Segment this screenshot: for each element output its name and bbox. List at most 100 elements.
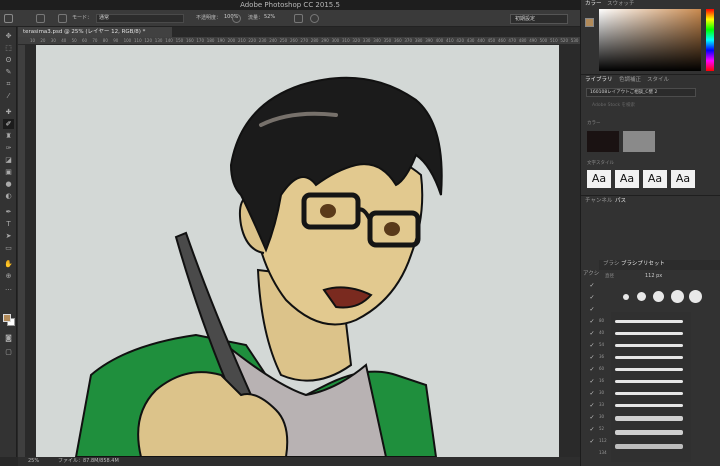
divider <box>581 195 720 196</box>
brush-size-number: 30 <box>599 414 605 419</box>
tab-adjustments[interactable]: 色調補正 <box>619 76 641 85</box>
ruler-tick-label: 510 <box>550 38 558 43</box>
ruler-tick-label: 140 <box>165 38 173 43</box>
more-tools-icon[interactable]: … <box>3 283 14 293</box>
file-info: ファイル：87.8M/858.4M <box>58 458 119 464</box>
eyedropper-tool-icon[interactable]: ⁄ <box>3 91 14 101</box>
brush-size-number: 60 <box>599 366 605 371</box>
ruler-tick-label: 250 <box>279 38 288 43</box>
tab-swatches[interactable]: スウォッチ <box>607 0 635 9</box>
eraser-tool-icon[interactable]: ◪ <box>3 155 14 165</box>
brush-preset-round[interactable] <box>671 290 684 303</box>
library-color-swatch[interactable] <box>587 131 619 152</box>
text-style-sample[interactable]: Aa <box>671 170 695 188</box>
brush-settings-icon[interactable] <box>58 14 67 23</box>
text-style-sample[interactable]: Aa <box>587 170 611 188</box>
ruler-tick-label: 70 <box>92 38 98 43</box>
brush-stroke-preview <box>615 380 683 383</box>
right-panels: カラー スウォッチ ライブラリ 色調補正 スタイル 160108レイアウトご相談… <box>580 0 720 466</box>
zoom-level[interactable]: 25% <box>28 457 39 466</box>
crop-tool-icon[interactable]: ⌗ <box>3 79 14 89</box>
marquee-tool-icon[interactable]: ⬚ <box>3 43 14 53</box>
history-brush-tool-icon[interactable]: ✑ <box>3 143 14 153</box>
tool-preset-icon[interactable] <box>4 14 13 23</box>
brush-preset-round[interactable] <box>623 294 629 300</box>
airbrush-icon[interactable] <box>294 14 303 23</box>
document-canvas[interactable] <box>36 45 559 457</box>
clone-stamp-tool-icon[interactable]: ♜ <box>3 131 14 141</box>
ruler-tick-label: 160 <box>186 38 194 43</box>
pen-tool-icon[interactable]: ✒ <box>3 207 14 217</box>
shape-tool-icon[interactable]: ▭ <box>3 243 14 253</box>
hue-slider[interactable] <box>706 9 714 71</box>
dodge-tool-icon[interactable]: ◐ <box>3 191 14 201</box>
brush-preset-round[interactable] <box>689 290 702 303</box>
brush-size-number: 16 <box>599 378 605 383</box>
colors-section-label: カラー <box>587 121 601 126</box>
flow-field[interactable]: 52% <box>262 14 290 23</box>
brush-panel-toggle-icon[interactable] <box>36 14 45 23</box>
pressure-opacity-icon[interactable] <box>232 14 241 23</box>
ruler-tick-label: 200 <box>227 38 236 43</box>
mode-select[interactable]: 通常 <box>96 14 184 23</box>
quick-select-tool-icon[interactable]: ✎ <box>3 67 14 77</box>
tab-paths[interactable]: パス <box>615 197 626 206</box>
lasso-tool-icon[interactable]: ʘ <box>3 55 14 65</box>
library-color-swatch[interactable] <box>623 131 655 152</box>
check-icon[interactable]: ✓ <box>588 294 596 301</box>
brush-tool-icon[interactable]: ✐ <box>3 119 14 129</box>
quick-mask-icon[interactable]: ◙ <box>3 333 14 343</box>
foreground-color-swatch[interactable] <box>3 314 11 322</box>
screen-mode-icon[interactable]: ▢ <box>3 347 14 357</box>
tab-library[interactable]: ライブラリ <box>585 76 613 85</box>
ruler-tick-label: 440 <box>477 38 485 43</box>
library-select[interactable]: 160108レイアウトご相談_C壁 2 <box>586 88 696 97</box>
ruler-tick-label: 480 <box>518 38 527 43</box>
brush-stroke-preview <box>615 368 683 371</box>
ruler-tick-label: 80 <box>102 38 108 43</box>
ruler-tick-label: 420 <box>456 38 465 43</box>
pressure-size-icon[interactable] <box>310 14 319 23</box>
ruler-tick-label: 150 <box>175 38 184 43</box>
foreground-color-preview[interactable] <box>585 18 594 27</box>
document-tab[interactable]: terasima3.psd @ 25% (レイヤー 12, RGB/8) * <box>18 27 172 37</box>
move-tool-icon[interactable]: ✥ <box>3 31 14 41</box>
zoom-tool-icon[interactable]: ⊕ <box>3 271 14 281</box>
text-styles-label: 文字スタイル <box>587 161 614 166</box>
ruler-tick-label: 270 <box>300 38 309 43</box>
tab-channels[interactable]: チャンネル <box>585 197 612 206</box>
ruler-tick-label: 330 <box>362 38 371 43</box>
text-style-sample[interactable]: Aa <box>643 170 667 188</box>
hand-tool-icon[interactable]: ✋ <box>3 259 14 269</box>
type-tool-icon[interactable]: T <box>3 219 14 229</box>
tab-brush[interactable]: ブラシ <box>603 260 619 269</box>
healing-tool-icon[interactable]: ✚ <box>3 107 14 117</box>
brush-stroke-preview <box>615 444 683 449</box>
ruler-tick-label: 500 <box>539 38 548 43</box>
brush-size-value[interactable]: 112 px <box>645 273 662 279</box>
path-select-tool-icon[interactable]: ➤ <box>3 231 14 241</box>
ruler-tick-label: 320 <box>352 38 361 43</box>
canvas-area[interactable] <box>26 45 580 457</box>
blur-tool-icon[interactable]: ● <box>3 179 14 189</box>
ruler-tick-label: 170 <box>196 38 205 43</box>
tab-styles[interactable]: スタイル <box>647 76 669 85</box>
brush-preset-list[interactable] <box>611 312 691 462</box>
brush-preset-round[interactable] <box>637 292 646 301</box>
ruler-tick-label: 380 <box>414 38 423 43</box>
brush-preset-round[interactable] <box>653 291 664 302</box>
stock-search-input[interactable]: Adobe Stock を検索 <box>586 101 696 110</box>
gradient-tool-icon[interactable]: ▣ <box>3 167 14 177</box>
tab-brush-presets[interactable]: ブラシプリセット <box>621 260 665 269</box>
check-icon[interactable]: ✓ <box>588 282 596 289</box>
workspace-select[interactable]: 初期設定 <box>510 14 568 24</box>
ruler-tick-label: 130 <box>154 38 163 43</box>
text-style-sample[interactable]: Aa <box>615 170 639 188</box>
color-picker-field[interactable] <box>599 9 701 71</box>
brush-stroke-preview <box>615 332 683 335</box>
tab-color[interactable]: カラー <box>585 0 602 9</box>
brush-size-number: 36 <box>599 354 605 359</box>
ruler-tick-label: 300 <box>331 38 340 43</box>
size-label: 直径 <box>605 274 614 279</box>
ruler-tick-label: 220 <box>248 38 257 43</box>
